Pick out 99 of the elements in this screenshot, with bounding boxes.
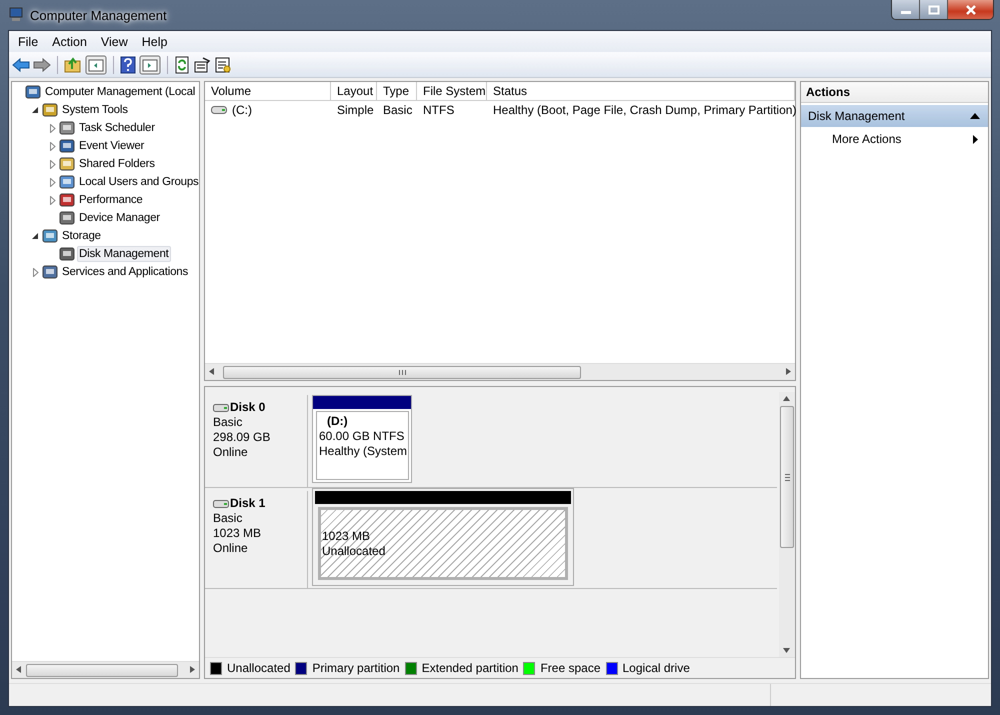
tree-node-icon bbox=[59, 156, 75, 172]
partition-block[interactable]: (D:) 60.00 GB NTFS Healthy (System bbox=[312, 395, 412, 483]
collapsed-arrow-icon[interactable] bbox=[50, 142, 56, 150]
export-list-icon[interactable] bbox=[214, 56, 232, 74]
action-pane-icon[interactable] bbox=[139, 54, 161, 74]
table-cell: Healthy (Boot, Page File, Crash Dump, Primary Partition) bbox=[493, 102, 796, 116]
column-header[interactable]: File System bbox=[417, 82, 487, 100]
tree-item[interactable]: Shared Folders bbox=[77, 156, 157, 172]
close-icon bbox=[964, 4, 976, 14]
tree-node-icon bbox=[42, 264, 58, 280]
collapse-arrow-icon[interactable] bbox=[970, 113, 980, 119]
tree-node-icon bbox=[42, 228, 58, 244]
vertical-scrollbar[interactable] bbox=[779, 392, 795, 657]
table-cell: NTFS bbox=[423, 102, 454, 116]
tree-node-icon bbox=[25, 84, 41, 100]
disk-name: Disk 0 bbox=[230, 400, 266, 415]
tree-item[interactable]: Storage bbox=[60, 228, 103, 244]
disk-name: Disk 1 bbox=[230, 496, 266, 511]
tree-item[interactable]: Task Scheduler bbox=[77, 120, 157, 136]
tree-item[interactable]: Performance bbox=[77, 192, 145, 208]
folder-up-icon[interactable] bbox=[64, 56, 82, 72]
tree-node-icon bbox=[59, 246, 75, 262]
legend-label: Unallocated bbox=[227, 661, 290, 675]
collapsed-arrow-icon[interactable] bbox=[50, 196, 56, 204]
column-header[interactable]: Volume bbox=[205, 82, 331, 100]
grip-icon bbox=[398, 370, 406, 375]
column-header[interactable]: Status bbox=[487, 82, 795, 100]
column-header[interactable]: Type bbox=[377, 82, 417, 100]
maximize-button[interactable] bbox=[920, 0, 948, 19]
tree-item[interactable]: Event Viewer bbox=[77, 138, 146, 154]
menu-item[interactable]: Help bbox=[134, 34, 174, 48]
tree-node-icon bbox=[59, 120, 75, 136]
tree-node-icon bbox=[59, 192, 75, 208]
disk-type: Basic bbox=[213, 415, 244, 430]
tree-pane-icon[interactable] bbox=[85, 54, 107, 74]
collapsed-arrow-icon[interactable] bbox=[50, 160, 56, 168]
grip-icon bbox=[784, 474, 790, 480]
table-cell: Basic bbox=[383, 102, 412, 116]
tree-item[interactable]: Services and Applications bbox=[60, 264, 190, 280]
scroll-right-icon[interactable] bbox=[190, 666, 195, 673]
table-cell: (C:) bbox=[232, 102, 252, 116]
column-header[interactable]: Layout bbox=[331, 82, 377, 100]
minimize-button[interactable] bbox=[892, 0, 920, 19]
computer-icon bbox=[8, 7, 24, 23]
menu-item[interactable]: View bbox=[94, 34, 135, 48]
disk-status: Online bbox=[213, 445, 249, 460]
disk-size: 298.09 GB bbox=[213, 430, 272, 445]
tree-item[interactable]: System Tools bbox=[60, 102, 130, 118]
actions-header: Actions bbox=[801, 82, 988, 103]
collapsed-arrow-icon[interactable] bbox=[32, 268, 38, 276]
action-link[interactable]: More Actions bbox=[832, 132, 902, 146]
legend-label: Primary partition bbox=[312, 661, 400, 675]
horizontal-scrollbar[interactable] bbox=[12, 661, 199, 678]
tree-node-icon bbox=[59, 138, 75, 154]
partition-size: 60.00 GB NTFS bbox=[319, 429, 406, 444]
section-title: Disk Management bbox=[808, 109, 905, 123]
properties-icon[interactable] bbox=[193, 56, 211, 74]
tree-node-icon bbox=[59, 174, 75, 190]
close-button[interactable] bbox=[948, 0, 993, 19]
refresh-icon[interactable] bbox=[174, 56, 190, 74]
disk-status: Online bbox=[213, 541, 249, 556]
tree-node-icon bbox=[59, 210, 75, 226]
scroll-up-icon[interactable] bbox=[783, 396, 790, 401]
actions-section-header[interactable]: Disk Management bbox=[801, 105, 988, 127]
maximize-icon bbox=[928, 4, 940, 14]
forward-arrow-icon[interactable] bbox=[33, 56, 51, 72]
help-icon[interactable] bbox=[120, 56, 136, 74]
menu-item[interactable]: File bbox=[11, 34, 46, 48]
window-title: Computer Management bbox=[30, 8, 167, 22]
legend-label: Extended partition bbox=[422, 661, 518, 675]
expanded-arrow-icon[interactable] bbox=[32, 106, 39, 114]
disk-type: Basic bbox=[213, 511, 244, 526]
tree-node-icon bbox=[42, 102, 58, 118]
partition-name: (D:) bbox=[326, 414, 349, 429]
partition-status: Unallocated bbox=[322, 544, 386, 558]
horizontal-scrollbar[interactable] bbox=[205, 363, 795, 380]
back-arrow-icon[interactable] bbox=[12, 56, 30, 72]
menu-item[interactable]: Action bbox=[45, 34, 94, 48]
legend-label: Logical drive bbox=[622, 661, 690, 675]
disk-size: 1023 MB bbox=[213, 526, 262, 541]
collapsed-arrow-icon[interactable] bbox=[50, 178, 56, 186]
tree-item[interactable]: Device Manager bbox=[77, 210, 162, 226]
drive-icon bbox=[211, 106, 227, 114]
scroll-right-icon[interactable] bbox=[786, 368, 791, 375]
tree-item[interactable]: Local Users and Groups bbox=[77, 174, 199, 190]
table-cell: Simple bbox=[337, 102, 374, 116]
scroll-left-icon[interactable] bbox=[16, 666, 21, 673]
scroll-left-icon[interactable] bbox=[209, 368, 214, 375]
tree-item[interactable]: Computer Management (Local bbox=[43, 84, 198, 100]
tree-item[interactable]: Disk Management bbox=[77, 246, 171, 262]
scroll-down-icon[interactable] bbox=[783, 648, 790, 653]
partition-block[interactable]: 1023 MB Unallocated bbox=[312, 488, 574, 586]
partition-size: 1023 MB bbox=[322, 528, 372, 544]
collapsed-arrow-icon[interactable] bbox=[50, 124, 56, 132]
minimize-icon bbox=[900, 10, 910, 14]
legend-label: Free space bbox=[540, 661, 600, 675]
submenu-arrow-icon bbox=[973, 134, 978, 144]
expanded-arrow-icon[interactable] bbox=[32, 232, 39, 240]
partition-status: Healthy (System bbox=[319, 444, 408, 459]
